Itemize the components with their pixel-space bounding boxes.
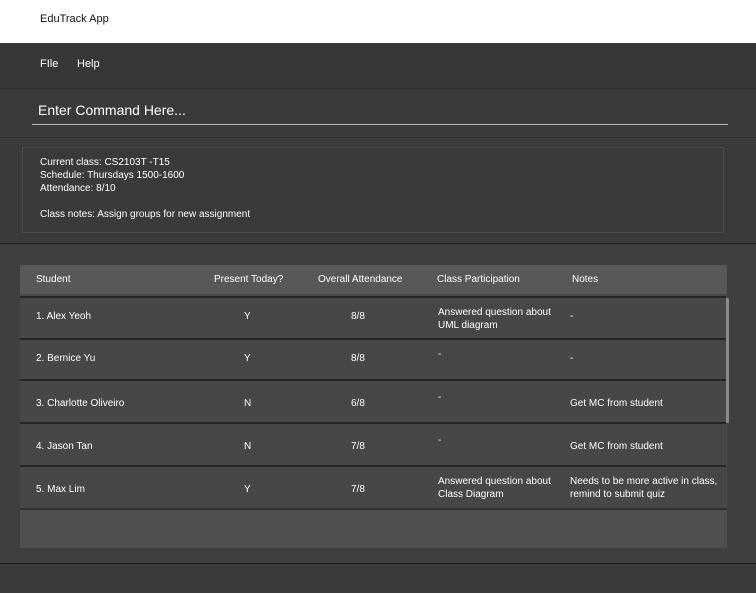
cell-attendance: 7/8 bbox=[351, 484, 365, 495]
cell-present: N bbox=[244, 441, 252, 452]
cell-present: Y bbox=[244, 484, 251, 495]
cell-notes: Get MC from student bbox=[570, 398, 663, 409]
menu-bar: FIle Help bbox=[0, 43, 756, 88]
cell-notes: - bbox=[570, 311, 574, 322]
cell-student: 1. Alex Yeoh bbox=[36, 311, 92, 322]
table-footer bbox=[20, 508, 727, 548]
cell-student: 3. Charlotte Oliveiro bbox=[36, 398, 125, 409]
cell-attendance: 8/8 bbox=[351, 311, 365, 322]
cell-student: 2. Bernice Yu bbox=[36, 353, 96, 364]
menu-file[interactable]: FIle bbox=[40, 58, 58, 70]
cell-attendance: 6/8 bbox=[351, 398, 365, 409]
student-list-section: Student Present Today? Overall Attendanc… bbox=[0, 243, 756, 564]
class-notes-text: Class notes: Assign groups for new assig… bbox=[40, 209, 251, 220]
cell-notes: - bbox=[570, 353, 574, 364]
status-bar bbox=[0, 564, 756, 593]
class-info-section: Current class: CS2103T -T15 Schedule: Th… bbox=[0, 137, 756, 243]
table-row[interactable]: 3. Charlotte Oliveiro N 6/8 - Get MC fro… bbox=[20, 379, 726, 422]
cell-participation: - bbox=[438, 392, 442, 403]
table-row[interactable]: 5. Max Lim Y 7/8 Answered question about… bbox=[20, 465, 726, 508]
cell-attendance: 8/8 bbox=[351, 353, 365, 364]
attendance-text: Attendance: 8/10 bbox=[40, 183, 116, 194]
menu-help[interactable]: Help bbox=[77, 58, 100, 70]
current-class-text: Current class: CS2103T -T15 bbox=[40, 157, 170, 168]
table-scrollbar[interactable] bbox=[726, 298, 729, 423]
app-title: EduTrack App bbox=[40, 13, 109, 25]
header-notes: Notes bbox=[572, 274, 599, 285]
cell-present: N bbox=[244, 398, 252, 409]
table-row[interactable]: 1. Alex Yeoh Y 8/8 Answered question abo… bbox=[20, 296, 726, 337]
table-row[interactable]: 4. Jason Tan N 7/8 - Get MC from student bbox=[20, 422, 726, 465]
student-table: Student Present Today? Overall Attendanc… bbox=[20, 265, 729, 548]
cell-participation: - bbox=[438, 435, 442, 446]
command-input[interactable] bbox=[32, 95, 728, 125]
schedule-text: Schedule: Thursdays 1500-1600 bbox=[40, 170, 185, 181]
cell-student: 4. Jason Tan bbox=[36, 441, 93, 452]
title-bar: EduTrack App bbox=[0, 0, 756, 43]
header-student: Student bbox=[36, 274, 71, 285]
cell-present: Y bbox=[244, 311, 251, 322]
table-header: Student Present Today? Overall Attendanc… bbox=[20, 265, 727, 294]
header-attendance: Overall Attendance bbox=[318, 274, 403, 285]
header-participation: Class Participation bbox=[437, 274, 520, 285]
cell-notes: Get MC from student bbox=[570, 441, 663, 452]
cell-participation: Answered question about Class Diagram bbox=[438, 476, 551, 500]
table-row[interactable]: 2. Bernice Yu Y 8/8 - - bbox=[20, 338, 726, 379]
cell-participation: - bbox=[438, 349, 442, 360]
cell-participation: Answered question about UML diagram bbox=[438, 307, 551, 331]
cell-notes: Needs to be more active in class, remind… bbox=[570, 476, 718, 500]
cell-attendance: 7/8 bbox=[351, 441, 365, 452]
cell-present: Y bbox=[244, 353, 251, 364]
class-info-box: Current class: CS2103T -T15 Schedule: Th… bbox=[22, 147, 724, 233]
header-present: Present Today? bbox=[214, 274, 284, 285]
cell-student: 5. Max Lim bbox=[36, 484, 85, 495]
command-area bbox=[0, 88, 756, 137]
